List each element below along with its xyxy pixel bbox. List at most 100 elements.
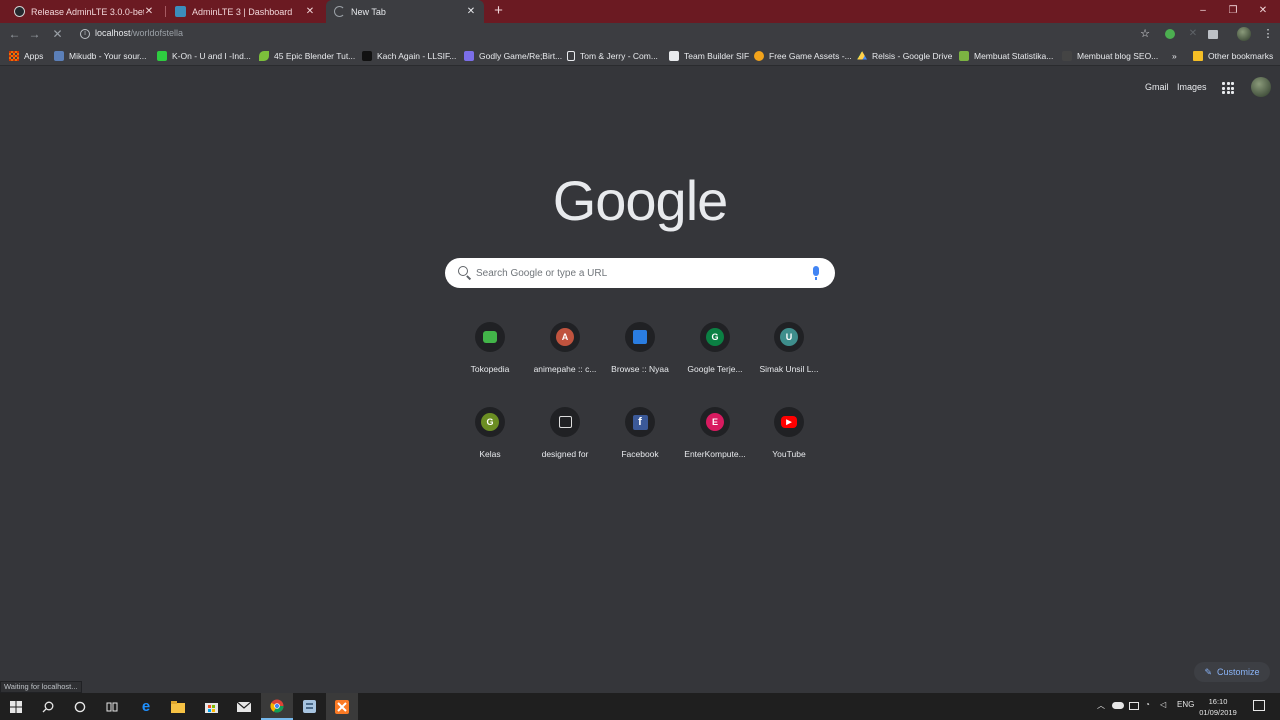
shortcut-google-terjemahan[interactable]: G Google Terje... [675,318,755,398]
url-host: localhost [95,28,131,38]
shortcut-enterkomputer[interactable]: E EnterKompute... [675,403,755,483]
shortcut-label: YouTube [772,449,806,459]
minimize-button[interactable]: – [1188,2,1218,20]
github-icon [14,6,25,17]
status-bubble: Waiting for localhost... [0,681,82,693]
tray-overflow-icon[interactable]: ︿ [1097,700,1105,711]
bookmark-membuat-statistika[interactable]: Membuat Statistika... [959,49,1053,63]
bookmark-blender[interactable]: 45 Epic Blender Tut... [259,49,355,63]
shortcut-animepahe[interactable]: A animepahe :: c... [525,318,605,398]
shortcut-tile: A [550,322,580,352]
team-builder-icon [669,51,679,61]
letter-g-icon: G [706,328,724,346]
youtube-icon: ▶ [781,416,797,428]
tab-new-tab[interactable]: New Tab ✕ [326,0,484,23]
tab-title: AdminLTE 3 | Dashboard [192,6,293,17]
blender-leaf-icon [259,51,269,61]
bookmark-kach-again[interactable]: Kach Again - LLSIF... [362,49,456,63]
shortcut-label: designed for [541,449,589,459]
mail-icon[interactable] [228,693,260,720]
shortcut-tile: G [700,322,730,352]
tab-release-adminlte[interactable]: Release AdminLTE 3.0.0-beta.2 · ✕ [6,0,162,23]
system-clock[interactable]: 16:10 01/09/2019 [1196,696,1240,718]
network-icon[interactable]: ◔ [1145,700,1150,709]
bookmark-mikudb[interactable]: Mikudb - Your sour... [54,49,147,63]
menu-kebab-icon[interactable]: ⋮ [1262,28,1274,40]
facebook-icon: f [632,414,648,430]
extension-icon[interactable] [1165,29,1175,39]
bookmark-tom-jerry[interactable]: Tom & Jerry - Com... [567,49,658,63]
shortcut-label: Tokopedia [470,364,510,374]
profile-avatar-icon[interactable] [1237,27,1251,41]
start-button[interactable] [0,693,32,720]
close-tab-icon[interactable]: ✕ [144,6,154,17]
xampp-icon[interactable] [326,693,358,720]
extension-disabled-icon[interactable]: ✕ [1187,28,1199,40]
forward-button[interactable]: → [26,26,43,43]
shortcut-facebook[interactable]: f Facebook [600,403,680,483]
pencil-icon: ✎ [1204,666,1213,677]
microsoft-store-icon[interactable] [195,693,227,720]
site-info-icon[interactable]: i [80,29,90,39]
url-path: /worldofstella [130,28,184,38]
images-link[interactable]: Images [1177,82,1207,92]
designed-for-icon [558,416,572,428]
back-button[interactable]: ← [6,26,23,43]
edge-browser-icon[interactable]: e [130,693,162,720]
media-extension-icon[interactable] [1208,30,1218,39]
cortana-icon[interactable] [64,693,96,720]
stop-loading-button[interactable]: ✕ [49,26,66,43]
address-bar[interactable]: localhost/worldofstella [95,28,183,38]
search-input[interactable] [476,265,796,281]
shortcut-tile [625,322,655,352]
close-tab-icon[interactable]: ✕ [305,6,315,17]
gmail-link[interactable]: Gmail [1145,82,1169,92]
action-center-icon[interactable] [1253,700,1265,711]
bookmark-apps[interactable]: Apps [9,49,43,63]
page-icon [567,51,575,61]
bookmark-kon[interactable]: K-On - U and I -Ind... [157,49,251,63]
shortcut-tokopedia[interactable]: Tokopedia [450,318,530,398]
customize-button[interactable]: ✎ Customize [1194,662,1270,682]
onedrive-icon[interactable] [1112,702,1124,709]
volume-icon[interactable]: ◁ [1160,700,1166,709]
google-apps-icon[interactable] [1222,82,1234,94]
shortcut-tile: U [774,322,804,352]
bookmark-star-icon[interactable]: ☆ [1139,28,1151,40]
input-language[interactable]: ENG [1177,700,1194,709]
close-window-button[interactable]: ✕ [1248,2,1278,20]
shortcut-youtube[interactable]: ▶ YouTube [749,403,829,483]
bookmark-label: Membuat blog SEO... [1077,51,1159,61]
tab-adminlte-dashboard[interactable]: AdminLTE 3 | Dashboard ✕ [167,0,323,23]
task-view-icon[interactable] [96,693,128,720]
battery-icon[interactable] [1129,702,1139,710]
bookmark-label: Tom & Jerry - Com... [580,51,658,61]
restore-button[interactable]: ❐ [1218,2,1248,20]
bookmark-membuat-blog-seo[interactable]: Membuat blog SEO... [1062,49,1158,63]
file-explorer-icon[interactable] [162,693,194,720]
bookmark-relsis-drive[interactable]: Relsis - Google Drive [857,49,952,63]
bookmarks-overflow-button[interactable]: » [1172,49,1177,63]
tab-title: Release AdminLTE 3.0.0-beta.2 · [31,6,144,17]
shortcut-nyaa[interactable]: Browse :: Nyaa [600,318,680,398]
search-taskbar-icon[interactable] [32,693,64,720]
other-bookmarks-folder[interactable]: Other bookmarks [1193,49,1273,63]
windows-taskbar: e ︿ ◔ ◁ ENG 16:10 01/09/2019 [0,693,1280,720]
bookmark-godly-game[interactable]: Godly Game/Re;Birt... [464,49,562,63]
shortcut-label: animepahe :: c... [533,364,597,374]
shortcut-simak-unsil[interactable]: U Simak Unsil L... [749,318,829,398]
bookmark-team-builder[interactable]: Team Builder SIF [669,49,749,63]
sublime-text-icon[interactable] [293,693,325,720]
tab-title: New Tab [351,6,386,17]
customize-label: Customize [1217,667,1260,677]
shortcut-kelas[interactable]: G Kelas [450,403,530,483]
letter-g-icon: G [481,413,499,431]
microphone-icon[interactable] [813,266,819,280]
chrome-taskbar-icon[interactable] [261,693,293,720]
account-avatar[interactable] [1251,77,1271,97]
bookmark-free-game-assets[interactable]: Free Game Assets -... [754,49,852,63]
close-tab-icon[interactable]: ✕ [466,6,476,17]
shortcut-designed-for[interactable]: designed for [525,403,605,483]
search-box[interactable] [445,258,835,288]
new-tab-button[interactable]: + [490,3,507,20]
